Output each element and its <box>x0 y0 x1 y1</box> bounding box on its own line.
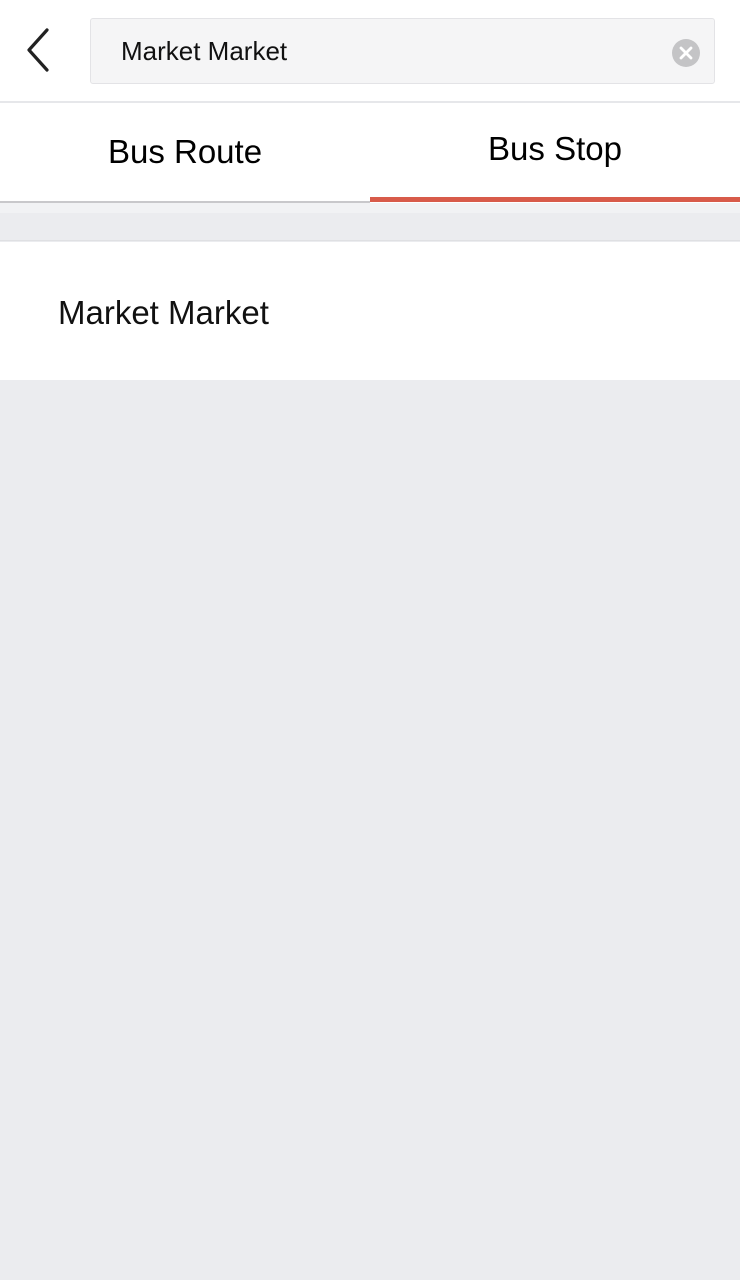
separator-band <box>0 203 740 241</box>
tab-bus-route-label: Bus Route <box>107 133 263 170</box>
tab-bus-stop[interactable]: Bus Stop <box>370 103 740 203</box>
tab-bus-stop-label: Bus Stop <box>488 130 622 167</box>
result-list: Market Market <box>0 242 740 380</box>
search-header <box>0 0 740 103</box>
chevron-left-icon <box>27 28 49 72</box>
clear-circle-icon <box>672 39 700 67</box>
app-screen: Bus Route Bus Stop Market Market <box>0 0 740 1280</box>
clear-search-button[interactable] <box>672 39 700 67</box>
tab-bus-route[interactable]: Bus Route <box>0 103 370 203</box>
active-tab-indicator <box>370 197 740 202</box>
back-button[interactable] <box>18 24 62 76</box>
search-input[interactable] <box>121 19 661 83</box>
search-box[interactable] <box>90 18 715 84</box>
list-item[interactable]: Market Market <box>0 242 740 380</box>
tab-bar: Bus Route Bus Stop <box>0 103 740 203</box>
result-label: Market Market <box>58 294 269 331</box>
